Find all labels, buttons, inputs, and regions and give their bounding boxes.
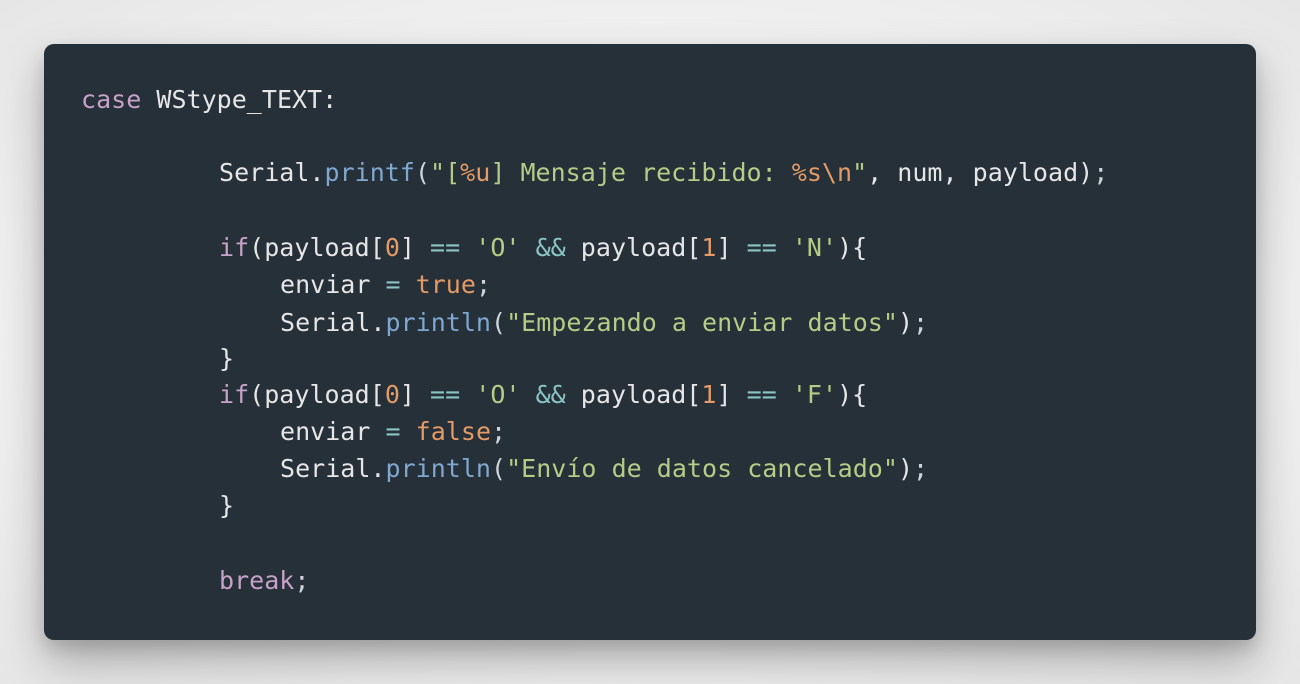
code-token-operator: == <box>746 380 777 409</box>
code-token-string: [ <box>445 158 461 187</box>
code-token-plain: Serial. <box>219 158 325 187</box>
code-token-string: "Empezando a enviar datos" <box>506 308 898 337</box>
code-token-plain: ] <box>399 233 431 262</box>
code-token-plain: ) <box>897 454 914 483</box>
code-token-function: printf <box>324 158 415 187</box>
code-token-keyword: if <box>219 380 250 409</box>
code-token-boolean: true <box>415 270 476 299</box>
code-token-string: 'F' <box>791 380 838 409</box>
code-token-boolean: false <box>415 417 492 446</box>
code-line: Serial.printf("[%u] Mensaje recibido: %s… <box>219 155 1108 191</box>
code-token-plain: WStype_TEXT: <box>141 85 338 114</box>
code-token-keyword: break <box>219 566 295 595</box>
code-token-function: println <box>385 454 491 483</box>
code-token-number: 0 <box>384 380 400 409</box>
code-token-format: %u <box>460 158 491 187</box>
code-token-punctuation: ( <box>491 308 507 337</box>
code-token-plain: ] <box>716 380 747 409</box>
code-line: } <box>219 488 234 524</box>
code-line: } <box>219 341 234 377</box>
code-token-punctuation: ; <box>1093 158 1109 187</box>
code-token-plain: Serial. <box>280 308 386 337</box>
code-token-string: 'N' <box>791 233 838 262</box>
code-line: case WStype_TEXT: <box>81 82 337 118</box>
code-token-keyword: case <box>81 85 142 114</box>
code-token-function: println <box>385 308 491 337</box>
code-token-string: " <box>430 158 446 187</box>
code-token-operator: = <box>385 417 401 446</box>
code-token-operator: && <box>535 233 566 262</box>
code-token-string: " <box>852 158 868 187</box>
code-token-string: 'O' <box>475 233 521 262</box>
code-token-punctuation: ( <box>491 454 507 483</box>
code-token-string: ] Mensaje recibido: <box>490 158 792 187</box>
code-token-punctuation: ; <box>491 417 507 446</box>
code-token-plain: (payload[ <box>249 233 385 262</box>
code-line: if(payload[0] == 'O' && payload[1] == 'F… <box>219 377 867 413</box>
code-token-punctuation: ; <box>294 566 310 595</box>
code-token-keyword: if <box>219 233 250 262</box>
code-token-string: "Envío de datos cancelado" <box>506 454 898 483</box>
code-token-operator: == <box>430 380 461 409</box>
code-token-number: 1 <box>701 233 717 262</box>
code-token-number: 1 <box>701 380 717 409</box>
code-token-plain: enviar <box>280 417 386 446</box>
code-token-plain: ){ <box>837 233 868 262</box>
code-token-plain: } <box>219 491 235 520</box>
code-token-plain: ] <box>716 233 747 262</box>
code-line: enviar = true; <box>280 267 491 303</box>
code-token-string: 'O' <box>475 380 521 409</box>
code-token-punctuation: ; <box>913 308 929 337</box>
code-token-operator: = <box>385 270 401 299</box>
code-token-number: 0 <box>384 233 400 262</box>
code-token-operator: && <box>535 380 566 409</box>
code-token-format: %s\n <box>791 158 853 187</box>
code-token-punctuation: ; <box>475 270 492 299</box>
code-line: if(payload[0] == 'O' && payload[1] == 'N… <box>219 230 867 266</box>
code-token-punctuation: ( <box>414 158 431 187</box>
code-token-plain: enviar <box>280 270 386 299</box>
code-token-plain: (payload[ <box>249 380 385 409</box>
code-token-operator: == <box>430 233 461 262</box>
code-snippet-card: case WStype_TEXT: Serial.printf("[%u] Men… <box>44 44 1256 640</box>
code-token-plain: ] <box>399 380 431 409</box>
code-token-plain: , num, payload) <box>867 158 1094 187</box>
code-line: enviar = false; <box>280 414 506 450</box>
code-token-plain: payload[ <box>565 380 702 409</box>
code-line: Serial.println("Envío de datos cancelado… <box>280 451 928 487</box>
code-token-operator: == <box>746 233 777 262</box>
code-line: break; <box>219 563 309 599</box>
code-token-plain: ){ <box>837 380 868 409</box>
code-token-punctuation: ; <box>913 454 929 483</box>
code-line: Serial.println("Empezando a enviar datos… <box>280 305 928 341</box>
code-token-plain: ) <box>897 308 914 337</box>
code-token-plain: Serial. <box>280 454 386 483</box>
code-token-plain: } <box>219 344 235 373</box>
code-token-plain: payload[ <box>565 233 702 262</box>
